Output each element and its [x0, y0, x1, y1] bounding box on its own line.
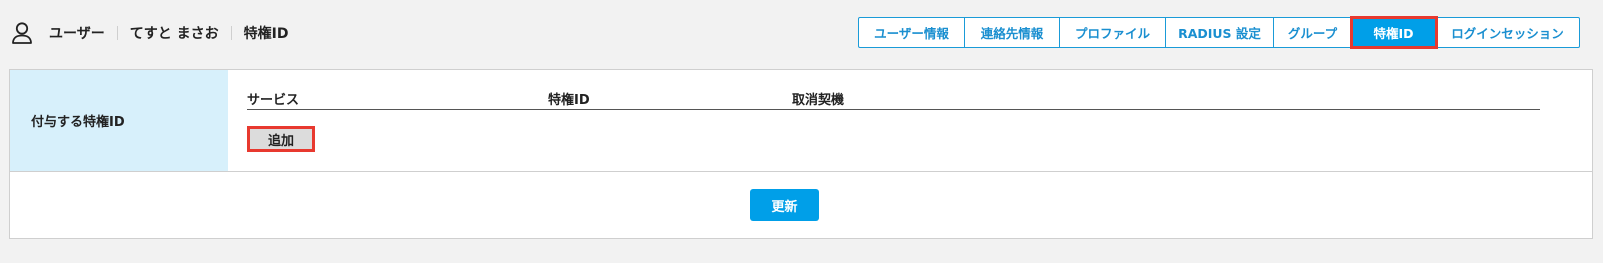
column-privileged-id: 特権ID [548, 93, 590, 108]
breadcrumb-separator [116, 26, 118, 40]
privileged-id-panel: 付与する特権ID サービス 特権ID 取消契機 追加 更新 [9, 69, 1593, 239]
tab-user-info[interactable]: ユーザー情報 [859, 18, 965, 47]
tab-radius-settings[interactable]: RADIUS 設定 [1166, 18, 1274, 47]
column-service: サービス [247, 93, 300, 108]
tab-profile[interactable]: プロファイル [1060, 18, 1166, 47]
tab-bar: ユーザー情報 連絡先情報 プロファイル RADIUS 設定 グループ 特権ID … [858, 16, 1580, 49]
breadcrumb-user-name[interactable]: てすと まさお [130, 23, 219, 43]
column-revocation-trigger: 取消契機 [792, 93, 845, 108]
table-header: サービス 特権ID 取消契機 [247, 88, 1540, 110]
breadcrumb-users[interactable]: ユーザー [49, 23, 105, 43]
add-button[interactable]: 追加 [247, 126, 315, 152]
tab-groups[interactable]: グループ [1274, 18, 1352, 47]
privileged-id-field-label: 付与する特権ID [10, 70, 228, 171]
tab-contact-info[interactable]: 連絡先情報 [965, 18, 1060, 47]
breadcrumb: ユーザー てすと まさお 特権ID [11, 20, 288, 46]
tab-privileged-id[interactable]: 特権ID [1350, 16, 1438, 49]
breadcrumb-separator [230, 26, 232, 40]
update-button[interactable]: 更新 [750, 189, 819, 221]
top-bar: ユーザー てすと まさお 特権ID ユーザー情報 連絡先情報 プロファイル RA… [0, 0, 1603, 66]
breadcrumb-current-page: 特権ID [243, 26, 289, 42]
privileged-id-row: 付与する特権ID サービス 特権ID 取消契機 追加 [10, 70, 1592, 172]
privileged-id-table-area: サービス 特権ID 取消契機 追加 [228, 70, 1592, 171]
tab-login-sessions[interactable]: ログインセッション [1436, 18, 1579, 47]
user-icon [11, 21, 33, 45]
